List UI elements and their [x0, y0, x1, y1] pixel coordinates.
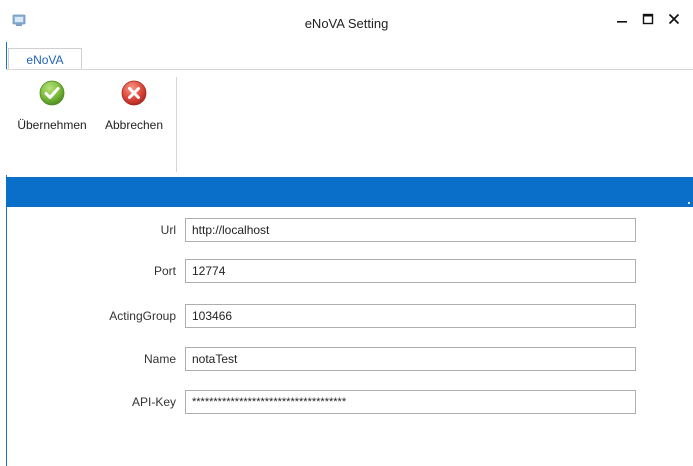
cancel-label: Abbrechen	[104, 118, 164, 132]
apply-label: Übernehmen	[17, 118, 87, 132]
close-button[interactable]	[663, 8, 685, 30]
resize-grip	[688, 202, 690, 204]
acting-group-row: ActingGroup	[0, 304, 693, 328]
acting-group-label: ActingGroup	[109, 309, 176, 323]
maximize-button[interactable]	[637, 8, 659, 30]
port-row: Port	[0, 259, 693, 283]
title-bar: eNoVA Setting	[0, 0, 693, 44]
name-row: Name	[0, 347, 693, 371]
ribbon-panel: Übernehmen Abbrechen	[6, 70, 693, 175]
url-label: Url	[160, 223, 176, 237]
ribbon-tabstrip: eNoVA	[6, 48, 693, 70]
x-circle-icon	[121, 80, 147, 106]
api-key-field[interactable]	[185, 390, 636, 414]
name-field[interactable]	[185, 347, 636, 371]
name-label: Name	[143, 352, 176, 366]
url-row: Url	[0, 218, 693, 242]
minimize-icon	[617, 21, 627, 23]
port-label: Port	[153, 264, 176, 278]
apply-button[interactable]: Übernehmen	[8, 80, 96, 132]
minimize-button[interactable]	[611, 8, 633, 30]
port-field[interactable]	[185, 259, 636, 283]
check-circle-icon	[39, 80, 65, 106]
header-accent-bar	[6, 177, 693, 207]
url-field[interactable]	[185, 218, 636, 242]
api-key-row: API-Key	[0, 390, 693, 414]
close-icon	[668, 13, 680, 25]
cancel-button[interactable]: Abbrechen	[98, 80, 170, 132]
acting-group-field[interactable]	[185, 304, 636, 328]
window-title: eNoVA Setting	[304, 16, 389, 31]
ribbon-group-separator	[176, 77, 177, 172]
maximize-icon	[642, 13, 654, 25]
api-key-label: API-Key	[131, 395, 176, 409]
tab-enova[interactable]: eNoVA	[8, 48, 82, 70]
